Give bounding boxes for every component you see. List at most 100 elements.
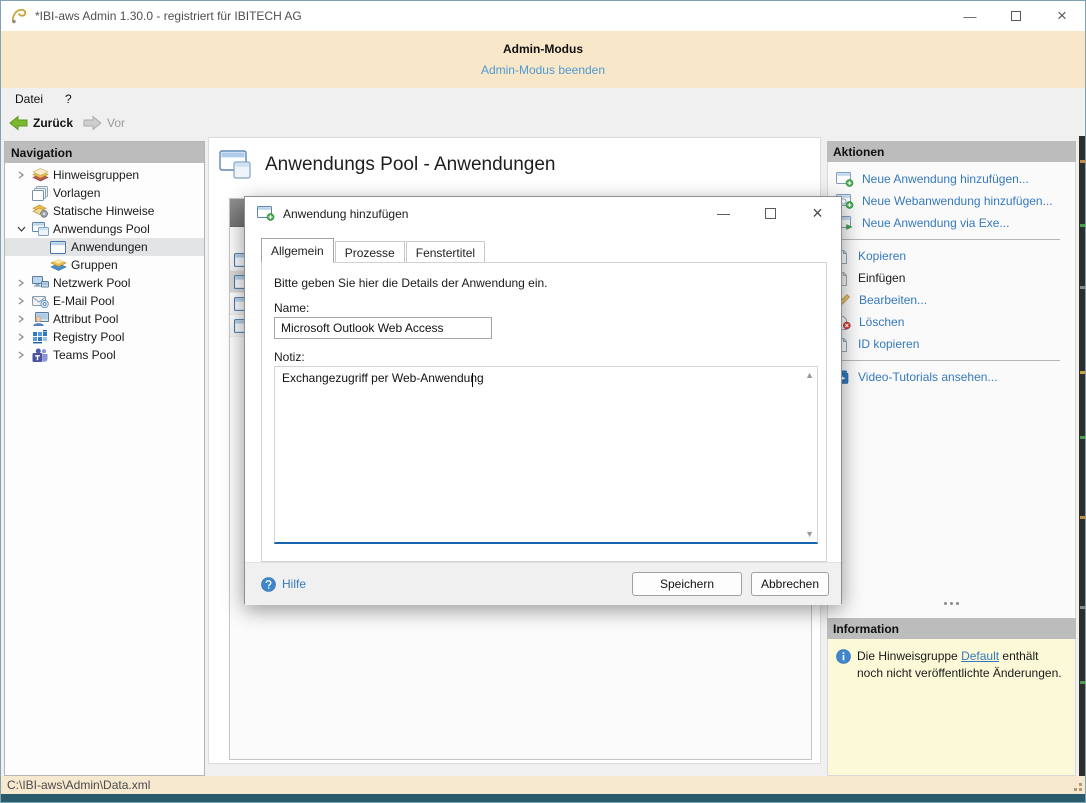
admin-mode-title: Admin-Modus bbox=[503, 42, 583, 56]
sidebar-item-gruppen[interactable]: Gruppen bbox=[5, 256, 204, 274]
back-arrow-icon[interactable] bbox=[9, 115, 28, 131]
admin-mode-exit-link[interactable]: Admin-Modus beenden bbox=[481, 63, 605, 77]
info-icon bbox=[836, 649, 851, 664]
cancel-button[interactable]: Abbrechen bbox=[751, 572, 829, 596]
action-bearbeiten[interactable]: Bearbeiten... bbox=[828, 289, 1075, 311]
dialog-tab-content: Bitte geben Sie hier die Details der Anw… bbox=[261, 262, 827, 562]
sidebar-item-email-pool[interactable]: E-Mail Pool bbox=[5, 292, 204, 310]
app-window: *IBI-aws Admin 1.30.0 - registriert für … bbox=[0, 0, 1086, 803]
status-file-path: C:\IBI-aws\Admin\Data.xml bbox=[7, 778, 151, 792]
tab-allgemein[interactable]: Allgemein bbox=[261, 238, 334, 263]
sidebar-item-anwendungen[interactable]: Anwendungen bbox=[5, 238, 204, 256]
sidebar-item-anwendungs-pool[interactable]: Anwendungs Pool bbox=[5, 220, 204, 238]
chevron-down-icon[interactable] bbox=[17, 225, 26, 233]
layers-gold-icon bbox=[29, 167, 51, 183]
window-bottom-edge bbox=[1, 794, 1085, 802]
chevron-right-icon[interactable] bbox=[17, 333, 25, 341]
actions-header: Aktionen bbox=[827, 141, 1076, 162]
right-edge-strip bbox=[1079, 136, 1085, 794]
chevron-right-icon[interactable] bbox=[17, 171, 25, 179]
tab-fenstertitel[interactable]: Fenstertitel bbox=[405, 241, 486, 263]
back-button[interactable]: Zurück bbox=[33, 116, 73, 130]
sidebar-item-teams-pool[interactable]: Teams Pool bbox=[5, 346, 204, 364]
static-notice-gear-icon bbox=[29, 204, 51, 219]
app-logo-icon bbox=[11, 8, 27, 24]
edge-strip-mark bbox=[1080, 286, 1085, 289]
information-message: Die Hinweisgruppe Default enthält noch n… bbox=[857, 649, 1062, 681]
forward-button[interactable]: Vor bbox=[107, 116, 125, 130]
action-loeschen[interactable]: Löschen bbox=[828, 311, 1075, 333]
note-field[interactable]: Exchangezugriff per Web-Anwendung bbox=[275, 367, 817, 542]
maximize-icon bbox=[1011, 11, 1021, 21]
windows-stack-icon bbox=[29, 222, 51, 236]
groups-layers-icon bbox=[47, 258, 69, 273]
chevron-right-icon[interactable] bbox=[17, 279, 25, 287]
menu-help[interactable]: ? bbox=[65, 92, 72, 106]
title-bar: *IBI-aws Admin 1.30.0 - registriert für … bbox=[1, 1, 1085, 31]
maximize-icon bbox=[765, 208, 776, 219]
dialog-maximize-button[interactable] bbox=[747, 197, 794, 230]
action-id-kopieren[interactable]: ID kopieren bbox=[828, 333, 1075, 355]
resize-grip[interactable] bbox=[1079, 788, 1082, 791]
action-kopieren[interactable]: Kopieren bbox=[828, 245, 1075, 267]
forward-arrow-icon[interactable] bbox=[83, 115, 102, 131]
sidebar-item-netzwerk-pool[interactable]: Netzwerk Pool bbox=[5, 274, 204, 292]
edge-strip-mark bbox=[1080, 606, 1085, 609]
sidebar-item-vorlagen[interactable]: Vorlagen bbox=[5, 184, 204, 202]
navigation-tree: Hinweisgruppen Vorlagen Statische Hinwei… bbox=[5, 163, 204, 364]
dialog-close-button[interactable]: × bbox=[794, 197, 841, 230]
menu-datei[interactable]: Datei bbox=[15, 92, 43, 106]
edge-strip-mark bbox=[1080, 160, 1085, 163]
status-bar: C:\IBI-aws\Admin\Data.xml bbox=[1, 776, 1085, 794]
action-video-tutorials[interactable]: Video-Tutorials ansehen... bbox=[828, 366, 1075, 388]
chevron-right-icon[interactable] bbox=[17, 315, 25, 323]
templates-icon bbox=[29, 185, 51, 201]
dialog-description: Bitte geben Sie hier die Details der Anw… bbox=[274, 276, 548, 290]
new-application-icon bbox=[836, 171, 854, 187]
sidebar-item-registry-pool[interactable]: Registry Pool bbox=[5, 328, 204, 346]
page-title: Anwendungs Pool - Anwendungen bbox=[265, 154, 556, 175]
actions-separator bbox=[828, 239, 1060, 240]
sidebar-item-statische-hinweise[interactable]: Statische Hinweise bbox=[5, 202, 204, 220]
sidebar-item-hinweisgruppen[interactable]: Hinweisgruppen bbox=[5, 166, 204, 184]
action-neue-anwendung-via-exe[interactable]: Neue Anwendung via Exe... bbox=[828, 212, 1075, 234]
action-einfuegen[interactable]: Einfügen bbox=[828, 267, 1075, 289]
nav-toolbar: Zurück Vor bbox=[1, 110, 1085, 136]
window-title: *IBI-aws Admin 1.30.0 - registriert für … bbox=[35, 9, 302, 23]
edge-strip-mark bbox=[1080, 436, 1085, 439]
right-panel: Aktionen Neue Anwendung hinzufügen... Ne… bbox=[827, 141, 1076, 776]
text-caret bbox=[472, 373, 473, 387]
scroll-down-icon[interactable]: ▼ bbox=[805, 529, 814, 539]
chevron-right-icon[interactable] bbox=[17, 297, 25, 305]
edge-strip-mark bbox=[1080, 516, 1085, 519]
teams-icon bbox=[29, 348, 51, 363]
information-header: Information bbox=[827, 618, 1076, 639]
email-icon bbox=[29, 295, 51, 308]
help-link[interactable]: Hilfe bbox=[261, 576, 306, 592]
scroll-up-icon[interactable]: ▲ bbox=[805, 370, 814, 380]
dialog-minimize-button[interactable]: — bbox=[700, 197, 747, 230]
dialog-footer: Hilfe Speichern Abbrechen bbox=[245, 562, 841, 605]
close-button[interactable]: × bbox=[1039, 1, 1085, 31]
save-button[interactable]: Speichern bbox=[632, 572, 742, 596]
minimize-button[interactable]: — bbox=[947, 1, 993, 31]
edge-strip-mark bbox=[1080, 371, 1085, 374]
network-icon bbox=[29, 276, 51, 290]
panel-splitter[interactable] bbox=[827, 597, 1076, 609]
navigation-panel: Navigation Hinweisgruppen Vorlagen Stati… bbox=[4, 141, 205, 776]
menu-bar: Datei ? bbox=[1, 88, 1085, 110]
sidebar-item-attribut-pool[interactable]: Attribut Pool bbox=[5, 310, 204, 328]
name-field[interactable] bbox=[274, 317, 492, 339]
action-neue-anwendung[interactable]: Neue Anwendung hinzufügen... bbox=[828, 168, 1075, 190]
chevron-right-icon[interactable] bbox=[17, 351, 25, 359]
dialog-title: Anwendung hinzufügen bbox=[283, 206, 409, 221]
applications-pool-icon bbox=[219, 150, 251, 179]
window-icon bbox=[47, 240, 69, 254]
dialog-anwendung-hinzufuegen: Anwendung hinzufügen — × Allgemein Proze… bbox=[244, 196, 842, 605]
name-label: Name: bbox=[274, 301, 310, 315]
maximize-button[interactable] bbox=[993, 1, 1039, 31]
note-label: Notiz: bbox=[274, 350, 305, 364]
tab-prozesse[interactable]: Prozesse bbox=[334, 241, 405, 263]
action-neue-webanwendung[interactable]: Neue Webanwendung hinzufügen... bbox=[828, 190, 1075, 212]
default-group-link[interactable]: Default bbox=[961, 649, 999, 663]
